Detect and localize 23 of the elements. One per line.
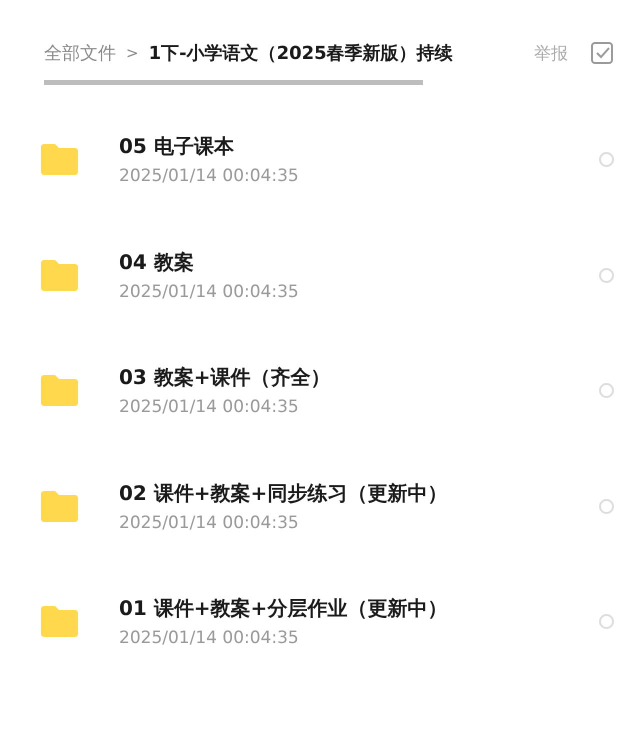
- folder-name[interactable]: 04 教案: [119, 248, 599, 276]
- select-radio[interactable]: [599, 383, 614, 398]
- modified-date: 2025/01/14 00:04:35: [119, 397, 300, 418]
- folder-name[interactable]: 02 课件+教案+同步练习（更新中）: [119, 480, 599, 507]
- modified-date: 2025/01/14 00:04:35: [119, 282, 300, 302]
- modified-date: 2025/01/14 00:04:35: [119, 512, 300, 533]
- folder-icon: [41, 490, 78, 522]
- breadcrumb-separator: >: [126, 44, 139, 62]
- folder-name[interactable]: 01 课件+教案+分层作业（更新中）: [119, 595, 599, 622]
- select-radio[interactable]: [599, 614, 614, 630]
- folder-icon: [41, 606, 78, 638]
- select-radio[interactable]: [599, 268, 614, 283]
- folder-icon: [41, 375, 78, 406]
- folder-icon: [41, 260, 78, 291]
- select-radio[interactable]: [599, 498, 614, 514]
- folder-name[interactable]: 03 教案+课件（齐全）: [119, 364, 599, 392]
- modified-date: 2025/01/14 00:04:35: [119, 166, 300, 186]
- multi-select-icon[interactable]: [590, 41, 614, 65]
- select-radio[interactable]: [599, 152, 614, 168]
- breadcrumb-current: 1下-小学语文（2025春季新版）持续: [148, 42, 453, 65]
- folder-name[interactable]: 05 电子课本: [119, 133, 599, 160]
- folder-icon: [41, 144, 78, 176]
- modified-date: 2025/01/14 00:04:35: [119, 628, 300, 648]
